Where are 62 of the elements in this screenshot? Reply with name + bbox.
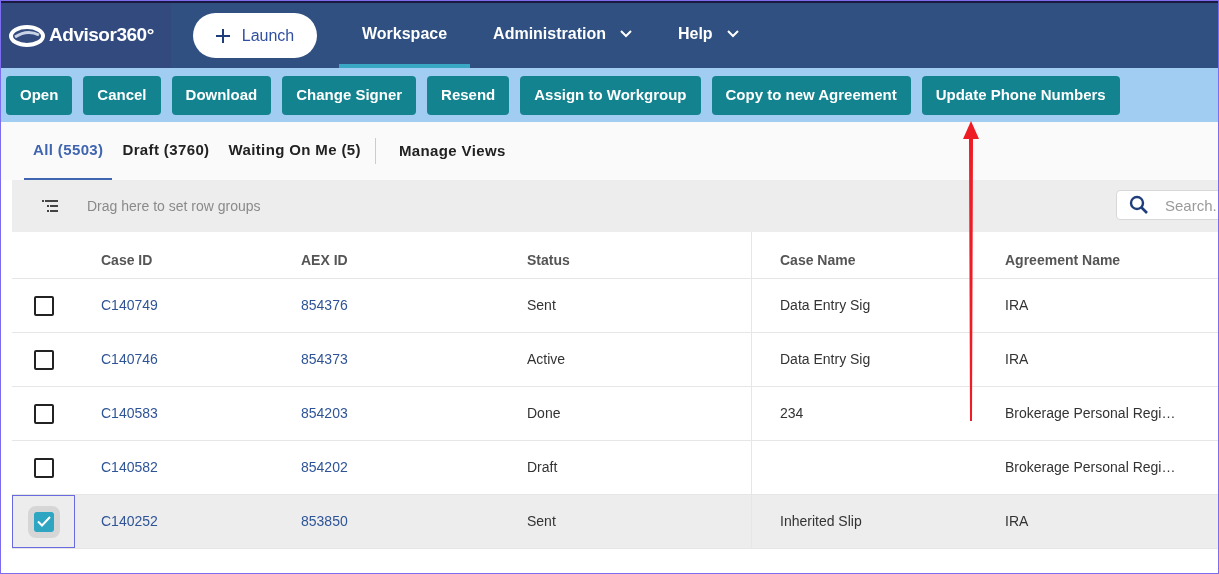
id-link[interactable]: 853850 (301, 511, 348, 532)
table-cell-text: Brokerage Personal Regi… (1005, 458, 1176, 477)
row-checkbox[interactable] (33, 457, 54, 478)
column-header[interactable]: Case Name (780, 249, 856, 271)
table-row[interactable]: C140582 854202 Draft Brokerage Personal Regi… (12, 441, 1218, 495)
table-cell-text: Brokerage Personal Regi… (1005, 404, 1176, 423)
action-button[interactable]: Copy to new Agreement (711, 75, 911, 115)
table-cell-text: Sent (527, 512, 556, 531)
table-cell-text: Done (527, 404, 561, 423)
table-cell-text: Data Entry Sig (780, 296, 871, 315)
table-cell-text: Data Entry Sig (780, 350, 871, 369)
table-cell-text: IRA (1005, 296, 1029, 315)
action-button[interactable]: Change Signer (282, 75, 417, 115)
row-groups-icon (42, 200, 58, 212)
action-button[interactable]: Open (6, 75, 73, 115)
table-row[interactable]: C140583 854203 Done 234 Brokerage Personal Regi… (12, 387, 1218, 441)
nav-item[interactable]: Administration (470, 3, 655, 68)
id-link[interactable]: C140583 (101, 403, 158, 424)
row-checkbox[interactable] (33, 349, 54, 370)
action-button[interactable]: Update Phone Numbers (921, 75, 1120, 115)
table-cell-text: Inherited Slip (780, 512, 862, 531)
logo-icon (9, 24, 45, 47)
id-link[interactable]: 854373 (301, 349, 348, 370)
column-header[interactable]: Agreement Name (1005, 249, 1121, 271)
table-cell-text: Active (527, 350, 566, 369)
action-button[interactable]: Cancel (83, 75, 161, 115)
id-link[interactable]: C140582 (101, 457, 158, 478)
table-row[interactable]: C140749 854376 Sent Data Entry Sig IRA (12, 279, 1218, 333)
table-cell-text: IRA (1005, 350, 1029, 369)
id-link[interactable]: 854376 (301, 295, 348, 316)
action-button[interactable]: Assign to Workgroup (520, 75, 701, 115)
column-header[interactable]: AEX ID (301, 249, 348, 271)
table-row[interactable]: C140746 854373 Active Data Entry Sig IRA (12, 333, 1218, 387)
checkmark-icon (36, 516, 51, 527)
table-row[interactable]: C140252 853850 Sent Inherited Slip IRA (12, 495, 1218, 549)
logo-text: Advisor360° (49, 23, 154, 48)
manage-views-link[interactable]: Manage Views (398, 139, 506, 163)
action-button[interactable]: Resend (427, 75, 510, 115)
view-tab[interactable]: Draft (3760) (113, 122, 219, 180)
launch-button[interactable]: Launch (193, 13, 317, 58)
row-checkbox[interactable] (33, 403, 54, 424)
table-cell-text: 234 (780, 404, 804, 423)
id-link[interactable]: C140252 (101, 511, 158, 532)
row-checkbox[interactable] (33, 295, 54, 316)
search-field[interactable]: Search. (1116, 190, 1218, 220)
row-groups-hint: Drag here to set row groups (87, 196, 261, 216)
table-cell-text: IRA (1005, 512, 1029, 531)
id-link[interactable]: C140749 (101, 295, 158, 316)
search-icon (1129, 195, 1149, 215)
column-header[interactable]: Case ID (101, 249, 153, 271)
id-link[interactable]: 854203 (301, 403, 348, 424)
table-cell-text: Draft (527, 458, 558, 477)
table-cell-text: Sent (527, 296, 556, 315)
id-link[interactable]: C140746 (101, 349, 158, 370)
action-button[interactable]: Download (171, 75, 272, 115)
id-link[interactable]: 854202 (301, 457, 348, 478)
chevron-down-icon (726, 29, 739, 38)
view-tab[interactable]: Waiting On Me (5) (219, 122, 370, 180)
nav-item[interactable]: Help (654, 3, 762, 68)
plus-icon (215, 28, 230, 43)
chevron-down-icon (619, 29, 632, 38)
column-header[interactable]: Status (527, 249, 570, 271)
